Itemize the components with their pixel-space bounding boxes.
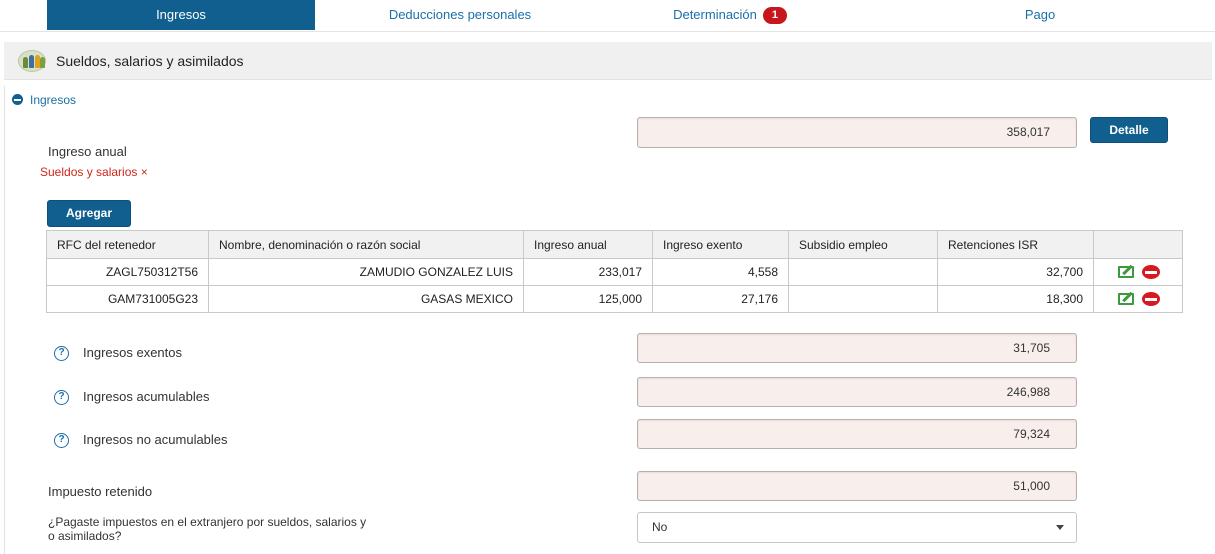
column-header-actions	[1093, 230, 1183, 259]
table-row: ZAGL750312T56 ZAMUDIO GONZALEZ LUIS 233,…	[46, 258, 1183, 286]
ingresos-no-acumulables-row: ? Ingresos no acumulables	[54, 432, 228, 449]
alert-badge: 1	[762, 7, 787, 25]
ingreso-exento-cell: 4,558	[652, 258, 789, 286]
collapse-icon	[12, 94, 23, 105]
column-header-retenciones: Retenciones ISR	[937, 230, 1094, 259]
delete-icon[interactable]	[1141, 265, 1160, 280]
retenciones-cell: 32,700	[937, 258, 1094, 286]
table-row: GAM731005G23 GASAS MEXICO 125,000 27,176…	[46, 285, 1183, 313]
extranjero-question-line2: o asimilados?	[48, 529, 122, 543]
help-icon[interactable]: ?	[54, 433, 69, 449]
detalle-button[interactable]: Detalle	[1090, 117, 1168, 143]
ingresos-acumulables-field[interactable]: 246,988	[637, 377, 1077, 407]
ingresos-no-acumulables-label: Ingresos no acumulables	[83, 432, 228, 447]
tab-bar: Ingresos Deducciones personales Determin…	[0, 0, 1215, 32]
ingresos-acumulables-row: ? Ingresos acumulables	[54, 389, 210, 406]
rfc-cell: GAM731005G23	[46, 285, 209, 313]
help-icon[interactable]: ?	[54, 390, 69, 406]
delete-icon[interactable]	[1141, 292, 1160, 307]
edit-icon[interactable]	[1117, 293, 1134, 306]
help-icon[interactable]: ?	[54, 346, 69, 362]
column-header-nombre: Nombre, denominación o razón social	[208, 230, 524, 259]
extranjero-selected-value: No	[652, 520, 668, 534]
section-title: Sueldos, salarios y asimilados	[56, 53, 244, 69]
rfc-cell: ZAGL750312T56	[46, 258, 209, 286]
ingreso-anual-cell: 233,017	[523, 258, 653, 286]
ingresos-toggle-label: Ingresos	[30, 93, 77, 107]
subsidio-cell	[788, 285, 938, 313]
ingresos-collapse-toggle[interactable]: Ingresos	[12, 93, 76, 107]
agregar-button[interactable]: Agregar	[47, 200, 131, 227]
ingresos-exentos-field[interactable]: 31,705	[637, 333, 1077, 363]
tab-deducciones-personales[interactable]: Deducciones personales	[335, 0, 585, 30]
subsidio-cell	[788, 258, 938, 286]
nombre-cell: ZAMUDIO GONZALEZ LUIS	[208, 258, 524, 286]
nombre-cell: GASAS MEXICO	[208, 285, 524, 313]
extranjero-question: ¿Pagaste impuestos en el extranjero por …	[48, 515, 366, 543]
ingreso-anual-cell: 125,000	[523, 285, 653, 313]
people-group-icon	[18, 50, 46, 72]
ingresos-exentos-row: ? Ingresos exentos	[54, 345, 183, 362]
ingreso-exento-cell: 27,176	[652, 285, 789, 313]
tab-determinacion[interactable]: Determinación 1	[600, 0, 860, 30]
sueldos-salarios-error[interactable]: Sueldos y salarios ×	[40, 165, 148, 179]
tab-ingresos[interactable]: Ingresos	[47, 0, 315, 30]
extranjero-select[interactable]: No	[637, 512, 1077, 543]
tab-determinacion-label: Determinación	[673, 7, 757, 22]
table-header-row: RFC del retenedor Nombre, denominación o…	[46, 230, 1183, 259]
section-header: Sueldos, salarios y asimilados	[4, 42, 1212, 80]
impuesto-retenido-label: Impuesto retenido	[48, 484, 153, 499]
retenedores-table: RFC del retenedor Nombre, denominación o…	[46, 230, 1183, 313]
extranjero-question-line1: ¿Pagaste impuestos en el extranjero por …	[48, 515, 367, 529]
ingreso-anual-label: Ingreso anual	[48, 144, 127, 159]
actions-cell	[1093, 285, 1183, 313]
retenciones-cell: 18,300	[937, 285, 1094, 313]
column-header-subsidio: Subsidio empleo	[788, 230, 938, 259]
column-header-ingreso-exento: Ingreso exento	[652, 230, 789, 259]
ingreso-anual-field[interactable]: 358,017	[637, 117, 1077, 148]
edit-icon[interactable]	[1117, 266, 1134, 279]
tab-pago[interactable]: Pago	[880, 0, 1200, 30]
divider	[4, 86, 5, 554]
ingresos-no-acumulables-field[interactable]: 79,324	[637, 419, 1077, 449]
impuesto-retenido-field[interactable]: 51,000	[637, 471, 1077, 501]
chevron-down-icon	[1056, 525, 1064, 530]
ingresos-exentos-label: Ingresos exentos	[83, 345, 183, 360]
column-header-rfc: RFC del retenedor	[46, 230, 209, 259]
ingresos-acumulables-label: Ingresos acumulables	[83, 389, 210, 404]
column-header-ingreso-anual: Ingreso anual	[523, 230, 653, 259]
actions-cell	[1093, 258, 1183, 286]
